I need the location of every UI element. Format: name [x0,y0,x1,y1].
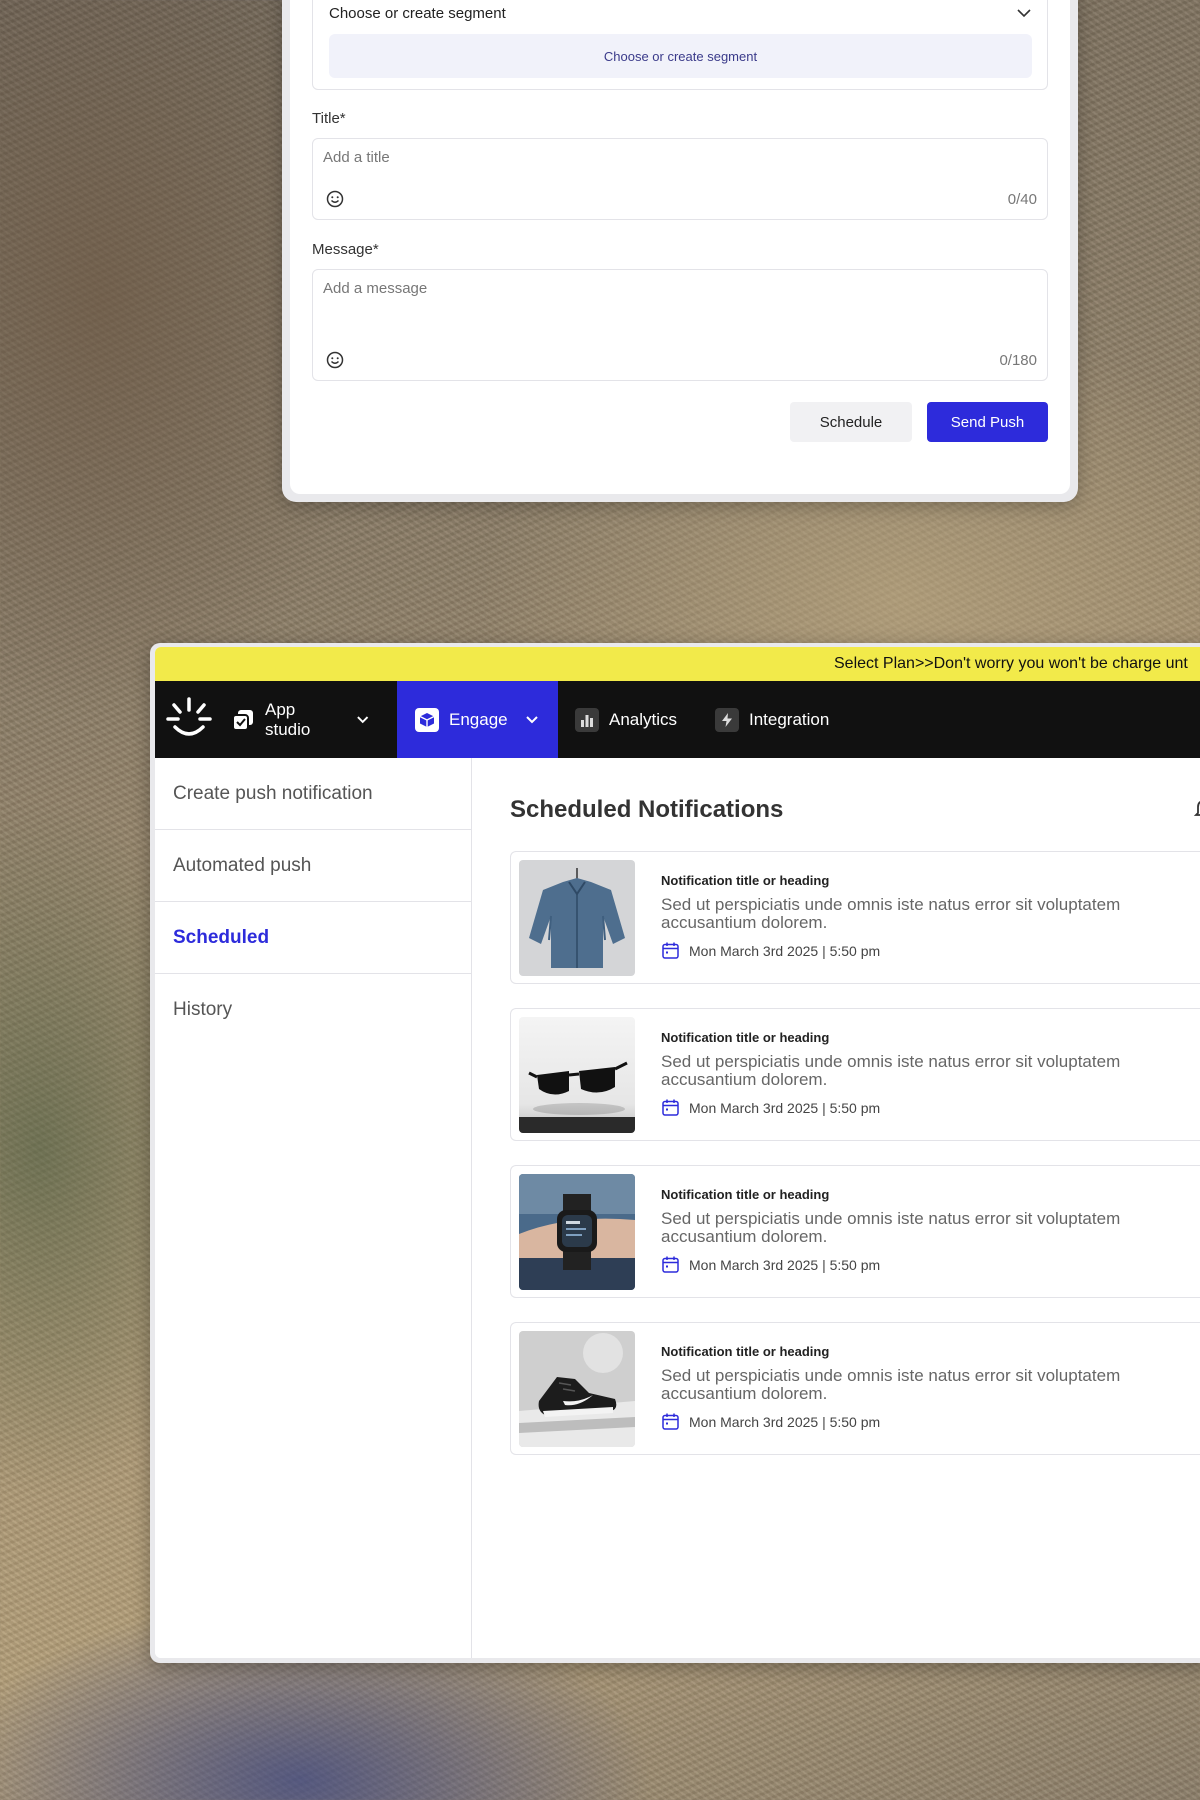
notification-date: Mon March 3rd 2025 | 5:50 pm [661,1098,880,1117]
chevron-down-icon [356,715,368,723]
nav-integration[interactable]: Integration [715,681,855,758]
denim-shirt-image [519,860,635,976]
send-push-button[interactable]: Send Push [927,402,1048,442]
notification-thumbnail [519,1331,635,1447]
sidebar-item-history[interactable]: History [155,974,471,1046]
sidebar-item-scheduled[interactable]: Scheduled [155,902,471,974]
main-content: Scheduled Notifications Notification tit… [472,758,1200,1658]
notification-date-text: Mon March 3rd 2025 | 5:50 pm [689,942,881,959]
notification-body: Sed ut perspiciatis unde omnis iste natu… [661,1052,1121,1089]
title-label: Title* [312,110,346,127]
nav-app-studio[interactable]: App studio [225,681,370,758]
sidebar-item-automated-push[interactable]: Automated push [155,830,471,902]
notification-card[interactable]: Notification title or heading Sed ut per… [510,851,1200,984]
message-char-counter: 0/180 [999,352,1037,369]
nav-item-label: Engage [449,709,508,729]
title-input[interactable] [323,149,1037,166]
sidebar-item-label: Scheduled [173,926,270,948]
notification-body: Sed ut perspiciatis unde omnis iste natu… [661,895,1121,932]
choose-segment-button[interactable]: Choose or create segment [329,34,1032,78]
sidebar-item-label: Create push notification [173,782,373,804]
nav-analytics[interactable]: Analytics [575,681,695,758]
nav-item-label: Integration [749,709,830,729]
message-input[interactable] [323,280,1037,330]
sidebar-item-label: History [173,999,233,1020]
sunglasses-image [519,1017,635,1133]
message-field-box: 0/180 [312,269,1048,381]
sneaker-image [519,1331,635,1447]
page-title: Scheduled Notifications [510,796,784,823]
notification-date-text: Mon March 3rd 2025 | 5:50 pm [689,1256,881,1273]
schedule-button[interactable]: Schedule [790,402,912,442]
notification-heading: Notification title or heading [661,873,830,888]
bar-chart-icon [575,707,599,732]
lightning-icon [715,707,739,732]
notification-date: Mon March 3rd 2025 | 5:50 pm [661,1412,880,1431]
calendar-icon [662,1413,679,1430]
title-char-counter: 0/40 [1007,191,1037,208]
nav-engage[interactable]: Engage [397,681,558,758]
notification-body: Sed ut perspiciatis unde omnis iste natu… [661,1209,1121,1246]
notification-thumbnail [519,1017,635,1133]
smartwatch-image [519,1174,635,1290]
notification-heading: Notification title or heading [661,1344,830,1359]
emoji-icon[interactable] [325,189,345,209]
notification-card[interactable]: Notification title or heading Sed ut per… [510,1165,1200,1298]
plan-banner-text: Select Plan>>Don't worry you won't be ch… [834,655,1188,673]
notification-date: Mon March 3rd 2025 | 5:50 pm [661,941,880,960]
app-window: Select Plan>>Don't worry you won't be ch… [150,643,1200,1663]
engage-box-icon [415,707,439,732]
calendar-icon [662,1099,679,1116]
emoji-icon[interactable] [325,350,345,370]
message-label: Message* [312,241,379,258]
notification-thumbnail [519,860,635,976]
segment-section: Choose or create segment Choose or creat… [312,0,1048,90]
notification-date-text: Mon March 3rd 2025 | 5:50 pm [689,1099,881,1116]
sidebar-item-label: Automated push [173,854,312,876]
select-plan-link[interactable]: Select Plan>> [834,655,934,672]
segment-dropdown-label[interactable]: Choose or create segment [329,5,506,22]
calendar-icon [662,1256,679,1273]
calendar-icon [662,942,679,959]
nav-item-label: Analytics [609,709,678,729]
notification-thumbnail [519,1174,635,1290]
plan-banner: Select Plan>>Don't worry you won't be ch… [155,647,1200,681]
title-field-box: 0/40 [312,138,1048,220]
sidebar: Create push notification Automated push … [155,758,472,1658]
notification-card[interactable]: Notification title or heading Sed ut per… [510,1008,1200,1141]
sidebar-item-create-push[interactable]: Create push notification [155,758,471,830]
notification-body: Sed ut perspiciatis unde omnis iste natu… [661,1366,1121,1403]
chevron-down-icon [525,715,538,723]
notification-date-text: Mon March 3rd 2025 | 5:50 pm [689,1413,881,1430]
notification-heading: Notification title or heading [661,1030,830,1045]
notification-card[interactable]: Notification title or heading Sed ut per… [510,1322,1200,1455]
top-navigation: App studio Engage Analytics Integration [155,681,1200,758]
app-studio-icon [231,708,255,732]
bell-icon[interactable] [1192,796,1200,820]
nav-item-label: App studio [265,699,311,739]
notification-date: Mon March 3rd 2025 | 5:50 pm [661,1255,880,1274]
logo-icon[interactable] [165,695,213,743]
notification-heading: Notification title or heading [661,1187,830,1202]
app-content: Select Plan>>Don't worry you won't be ch… [155,647,1200,1658]
chevron-down-icon[interactable] [1015,4,1033,22]
plan-banner-message: Don't worry you won't be charge unt [933,655,1188,672]
